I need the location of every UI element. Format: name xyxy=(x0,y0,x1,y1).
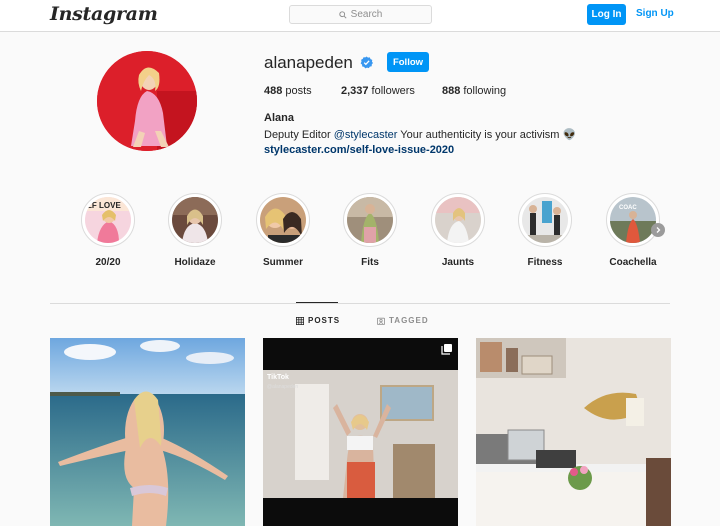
avatar-image xyxy=(97,51,197,151)
tab-posts[interactable]: POSTS xyxy=(296,316,340,325)
highlight-label: Jaunts xyxy=(441,257,475,268)
highlight-label: 20/20 xyxy=(95,257,121,268)
posts-count: 488 xyxy=(264,85,283,97)
highlight-label: Summer xyxy=(262,257,303,268)
tabs-divider xyxy=(50,303,670,304)
tab-posts-label: POSTS xyxy=(308,316,341,325)
highlights-next-button[interactable] xyxy=(651,223,665,237)
highlight-cover xyxy=(435,197,481,243)
login-button[interactable]: Log In xyxy=(587,4,626,25)
highlight-label: Fitness xyxy=(527,257,563,268)
post-image-tiktok xyxy=(263,338,458,526)
profile-full-name: Alana xyxy=(264,112,294,124)
post-thumbnail[interactable] xyxy=(476,338,671,526)
signup-link[interactable]: Sign Up xyxy=(636,8,674,19)
highlight-cover-text: COAC xyxy=(619,205,637,211)
profile-avatar[interactable] xyxy=(97,51,197,151)
profile-username: alanapeden xyxy=(264,53,353,72)
highlight-cover xyxy=(172,197,218,243)
highlight-ring xyxy=(431,193,485,247)
top-navigation: Instagram Search Log In Sign Up xyxy=(0,0,720,32)
highlight-ring: LF LOVE xyxy=(81,193,135,247)
bio-text-suffix: Your authenticity is your activism 👽 xyxy=(397,129,577,141)
search-input[interactable]: Search xyxy=(289,5,432,24)
highlight-label: Coachella xyxy=(609,257,657,268)
highlight-label: Fits xyxy=(361,257,379,268)
highlight-fitness[interactable]: Fitness xyxy=(515,193,575,268)
follow-button[interactable]: Follow xyxy=(387,52,429,72)
highlight-fits[interactable]: Fits xyxy=(340,193,400,268)
tiktok-watermark: TikTok xyxy=(267,374,289,381)
highlight-ring xyxy=(518,193,572,247)
instagram-logo[interactable]: Instagram xyxy=(50,3,158,25)
multiple-posts-icon xyxy=(441,344,452,355)
tab-tagged[interactable]: TAGGED xyxy=(377,316,429,325)
chevron-right-icon xyxy=(656,227,661,233)
tab-tagged-label: TAGGED xyxy=(389,316,429,325)
highlight-cover: LF LOVE xyxy=(85,197,131,243)
following-label: following xyxy=(463,85,507,97)
highlight-ring xyxy=(168,193,222,247)
post-thumbnail[interactable]: TikTok @alanapeden xyxy=(263,338,458,526)
tiktok-handle: @alanapeden xyxy=(267,384,299,390)
highlight-ring xyxy=(343,193,397,247)
followers-label: followers xyxy=(371,85,415,97)
highlight-cover: COAC xyxy=(610,197,656,243)
highlight-20-20[interactable]: LF LOVE 20/20 xyxy=(78,193,138,268)
post-image-beach xyxy=(50,338,245,526)
bio-text-prefix: Deputy Editor xyxy=(264,129,334,141)
highlight-holidaze[interactable]: Holidaze xyxy=(165,193,225,268)
highlight-jaunts[interactable]: Jaunts xyxy=(428,193,488,268)
following-stat[interactable]: 888 following xyxy=(442,85,506,97)
bio-website-link[interactable]: stylecaster.com/self-love-issue-2020 xyxy=(264,144,454,156)
post-thumbnail[interactable] xyxy=(50,338,245,526)
highlight-cover xyxy=(522,197,568,243)
grid-icon xyxy=(296,316,304,325)
highlight-summer[interactable]: Summer xyxy=(253,193,313,268)
highlight-ring: COAC xyxy=(606,193,660,247)
profile-bio: Deputy Editor @stylecaster Your authenti… xyxy=(264,128,576,141)
tag-icon xyxy=(377,317,385,325)
post-image-office xyxy=(476,338,671,526)
followers-count: 2,337 xyxy=(341,85,369,97)
bio-mention-link[interactable]: @stylecaster xyxy=(334,129,398,141)
search-icon xyxy=(338,10,347,19)
highlight-cover-text: LF LOVE xyxy=(87,201,121,210)
posts-stat: 488 posts xyxy=(264,85,312,97)
following-count: 888 xyxy=(442,85,461,97)
posts-label: posts xyxy=(285,85,312,97)
verified-badge-icon xyxy=(360,56,373,69)
highlight-cover xyxy=(260,197,306,243)
followers-stat[interactable]: 2,337 followers xyxy=(341,85,415,97)
highlight-label: Holidaze xyxy=(174,257,216,268)
highlight-ring xyxy=(256,193,310,247)
active-tab-indicator xyxy=(296,302,338,303)
highlight-cover xyxy=(347,197,393,243)
search-placeholder: Search xyxy=(350,9,383,20)
